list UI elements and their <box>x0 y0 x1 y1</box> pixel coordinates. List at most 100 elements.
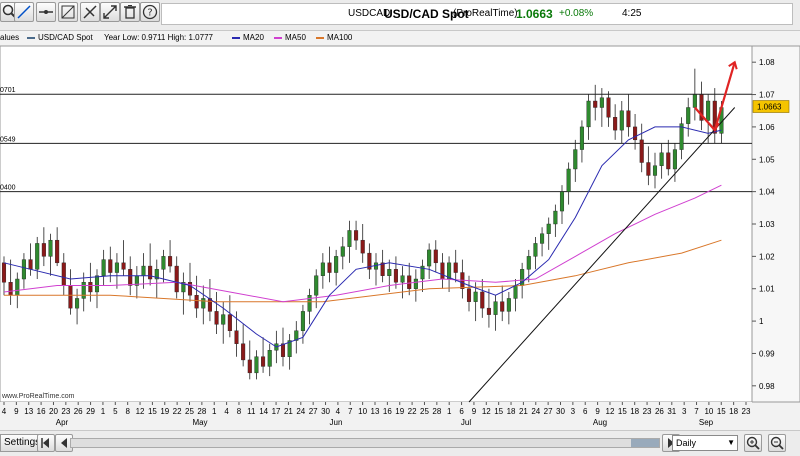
candle-body <box>579 126 584 150</box>
candle-body <box>334 256 339 273</box>
x-tick-label: 13 <box>24 407 33 416</box>
plot-area <box>0 45 753 403</box>
x-tick-label: 21 <box>519 407 528 416</box>
zoom-out-icon[interactable] <box>768 434 786 452</box>
candle-body <box>559 191 565 212</box>
draw-line-icon[interactable] <box>14 2 34 22</box>
x-tick-label: 4 <box>224 407 229 416</box>
candle-body <box>88 282 93 293</box>
month-label: Jun <box>330 418 343 427</box>
candle-body <box>314 275 319 296</box>
quote-time: 4:25 <box>622 8 642 19</box>
x-tick-label: 7 <box>348 407 353 416</box>
candle-body <box>300 311 305 331</box>
candle-body <box>55 239 60 264</box>
candle-body <box>121 262 126 270</box>
period-select[interactable]: Daily ▼ <box>672 435 738 451</box>
last-price-tag-label: 1.0663 <box>757 103 782 112</box>
x-tick-label: 28 <box>197 407 206 416</box>
x-tick-label: 15 <box>148 407 157 416</box>
x-tick-label: 4 <box>2 407 7 416</box>
x-tick-label: 9 <box>595 407 600 416</box>
y-tick-label: 1.02 <box>759 252 775 261</box>
candle-body <box>706 100 711 121</box>
x-tick-label: 13 <box>371 407 380 416</box>
tools-icon[interactable] <box>80 2 100 22</box>
candle-body <box>307 294 312 312</box>
candle-body <box>161 256 166 270</box>
candle-body <box>566 168 571 192</box>
candle-body <box>652 165 658 176</box>
candle-body <box>114 262 119 273</box>
candle-body <box>221 314 226 325</box>
candle-body <box>466 288 472 302</box>
candle-body <box>280 343 286 357</box>
candle-body <box>540 233 545 244</box>
candle-body <box>21 259 26 280</box>
x-tick-label: 15 <box>717 407 726 416</box>
x-tick-label: 17 <box>272 407 281 416</box>
candle-body <box>234 330 239 344</box>
bottom-bar: Settings Daily ▼ <box>0 430 800 456</box>
x-tick-label: 12 <box>606 407 615 416</box>
price-change: +0.08% <box>559 8 594 19</box>
y-tick-label: 1.06 <box>759 123 775 132</box>
x-tick-label: 18 <box>729 407 738 416</box>
candle-body <box>241 343 246 361</box>
y-tick-label: 0.98 <box>759 382 775 391</box>
candle-body <box>672 149 677 170</box>
x-tick-label: 1 <box>447 407 452 416</box>
fibonacci-icon[interactable] <box>58 2 78 22</box>
scrollbar-thumb[interactable] <box>631 439 659 447</box>
x-tick-label: 22 <box>408 407 417 416</box>
chart-scrollbar[interactable] <box>70 438 660 448</box>
candle-body <box>214 311 219 325</box>
candle-body <box>686 107 691 124</box>
x-tick-label: 23 <box>643 407 652 416</box>
legend-values: alues <box>0 33 20 42</box>
candle-body <box>101 259 106 276</box>
trash-icon[interactable] <box>120 2 140 22</box>
x-tick-label: 30 <box>556 407 565 416</box>
x-tick-label: 18 <box>630 407 639 416</box>
svg-text:?: ? <box>147 8 152 19</box>
candle-body <box>141 265 146 276</box>
x-tick-label: 11 <box>247 407 256 416</box>
x-tick-label: 7 <box>694 407 699 416</box>
help-icon[interactable]: ? <box>140 2 160 22</box>
candle-body <box>533 243 538 257</box>
zoom-in-icon[interactable] <box>744 434 762 452</box>
candle-body <box>194 294 199 309</box>
y-tick-label: 1.08 <box>759 58 775 67</box>
scroll-start-icon[interactable] <box>37 434 55 452</box>
candle-body <box>94 275 100 293</box>
watermark: www.ProRealTime.com <box>1 393 75 400</box>
x-tick-label: 26 <box>655 407 664 416</box>
candle-body <box>81 282 86 299</box>
candle-body <box>599 97 604 108</box>
x-tick-label: 23 <box>61 407 70 416</box>
resize-icon[interactable] <box>100 2 120 22</box>
month-label: Aug <box>593 418 607 427</box>
candle-body <box>500 301 505 312</box>
last-price: 1.0663 <box>516 7 553 21</box>
x-tick-label: 9 <box>14 407 19 416</box>
x-tick-label: 31 <box>667 407 676 416</box>
candle-body <box>35 243 40 270</box>
candle-body <box>327 262 332 273</box>
x-tick-label: 10 <box>358 407 367 416</box>
price-chart[interactable]: 1.08 1.07 1.06 1.05 1.04 1.03 1.02 1.01 1 0.99 0.9… <box>0 44 800 430</box>
horizontal-line-icon[interactable] <box>36 2 56 22</box>
x-tick-label: 29 <box>86 407 95 416</box>
month-label: Jul <box>461 418 471 427</box>
candle-body <box>75 298 80 309</box>
y-tick-label: 1.01 <box>759 285 775 294</box>
x-tick-label: 8 <box>125 407 130 416</box>
candle-body <box>15 278 20 296</box>
x-tick-label: 1 <box>101 407 106 416</box>
candle-body <box>1 262 7 283</box>
candle-body <box>486 307 491 315</box>
candle-body <box>28 259 33 270</box>
candle-body <box>666 152 671 170</box>
candle-body <box>168 256 173 267</box>
